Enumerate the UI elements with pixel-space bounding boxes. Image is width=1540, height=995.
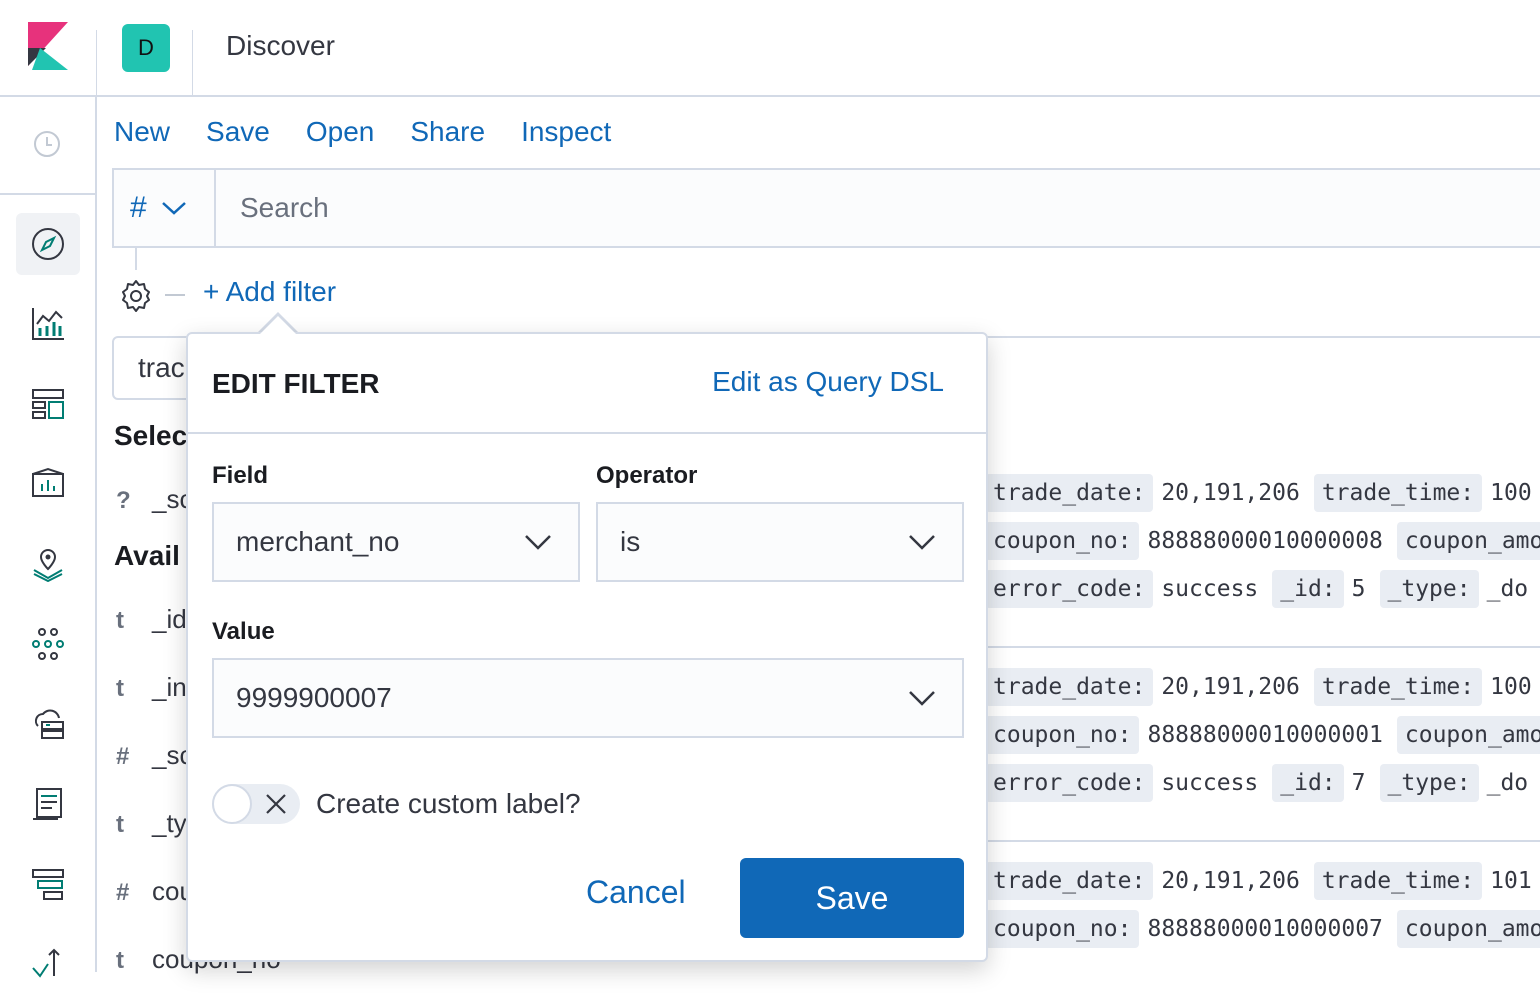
popover-divider <box>188 432 986 434</box>
header-divider <box>96 30 97 97</box>
field-list-item[interactable]: t _id <box>116 604 187 635</box>
infrastructure-icon <box>34 709 64 739</box>
header-divider <box>192 30 193 97</box>
table-divider <box>985 336 1540 338</box>
field-type-icon: t <box>116 811 124 838</box>
visualize-icon <box>32 308 64 340</box>
compass-icon <box>32 228 64 260</box>
field-combobox-value: merchant_no <box>236 526 400 557</box>
document-row[interactable]: trade_date: 20,191,206 trade_time: 100 <box>985 474 1540 518</box>
logs-icon <box>33 788 62 820</box>
document-row: coupon_no: 88888000010000007 coupon_amo <box>985 910 1540 954</box>
document-row[interactable]: trade_date: 20,191,206 trade_time: 101 <box>985 862 1540 906</box>
value-combobox[interactable]: 9999900007 <box>212 658 964 738</box>
field-label: Field <box>212 462 269 489</box>
field-list-item[interactable]: # _sc <box>116 740 192 771</box>
nav-item-dashboard[interactable] <box>16 373 80 435</box>
field-list-item[interactable]: ? _sc <box>116 484 192 515</box>
nav-item-maps[interactable] <box>16 533 80 595</box>
value-combobox-value: 9999900007 <box>236 682 392 713</box>
filter-connector <box>135 248 137 270</box>
field-type-icon: # <box>116 743 130 770</box>
index-pattern-label: trac <box>138 352 185 383</box>
selected-fields-heading: Selec <box>114 420 188 451</box>
document-row[interactable]: trade_date: 20,191,206 trade_time: 100 <box>985 668 1540 712</box>
save-link[interactable]: Save <box>206 116 270 148</box>
apm-icon <box>32 869 64 900</box>
field-list-item[interactable]: t _in <box>116 672 187 703</box>
open-link[interactable]: Open <box>306 116 375 148</box>
nav-item-apm[interactable] <box>16 853 80 915</box>
inspect-link[interactable]: Inspect <box>521 116 611 148</box>
field-name: _ty <box>152 808 187 838</box>
nav-item-uptime[interactable] <box>16 933 80 995</box>
nav-item-discover[interactable] <box>16 213 80 275</box>
field-name: _in <box>152 672 187 702</box>
maps-icon <box>33 548 63 582</box>
chevron-down-icon <box>909 691 935 706</box>
custom-label-toggle[interactable] <box>212 784 300 824</box>
nav-item-logs[interactable] <box>16 773 80 835</box>
document-row: coupon_no: 88888000010000008 coupon_amo <box>985 522 1540 566</box>
share-link[interactable]: Share <box>410 116 485 148</box>
popover-arrow-fill <box>259 316 297 335</box>
side-nav <box>0 97 97 978</box>
operator-label: Operator <box>596 462 698 489</box>
edit-as-query-dsl-link[interactable]: Edit as Query DSL <box>712 366 944 398</box>
document-row: error_code: success _id: 7 _type: _do <box>985 764 1540 808</box>
top-nav-menu: New Save Open Share Inspect <box>114 116 611 148</box>
available-fields-heading: Avail <box>114 540 180 571</box>
table-divider <box>985 840 1540 842</box>
close-icon <box>266 794 286 814</box>
field-type-icon: t <box>116 947 124 974</box>
ml-icon <box>32 628 64 660</box>
chevron-down-icon <box>525 535 551 550</box>
uptime-icon <box>32 948 60 978</box>
table-divider <box>985 646 1540 648</box>
query-language-button[interactable]: # <box>114 170 216 246</box>
dashboard-icon <box>32 389 64 419</box>
field-type-icon: # <box>116 879 130 906</box>
query-bar: # <box>112 168 1540 248</box>
field-type-icon: ? <box>116 487 131 514</box>
chevron-down-icon <box>161 202 186 215</box>
chevron-down-icon <box>909 535 935 550</box>
field-combobox[interactable]: merchant_no <box>212 502 580 582</box>
space-avatar[interactable]: D <box>122 24 170 72</box>
field-type-icon: t <box>116 675 124 702</box>
value-label: Value <box>212 618 275 645</box>
document-row: coupon_no: 88888000010000001 coupon_amo <box>985 716 1540 760</box>
field-name: _id <box>152 604 187 634</box>
edit-filter-popover: EDIT FILTER Edit as Query DSL Field merc… <box>186 332 988 962</box>
search-input[interactable] <box>218 170 1540 246</box>
filter-dash <box>165 294 185 296</box>
kibana-logo-icon[interactable] <box>28 22 68 70</box>
toggle-knob <box>212 784 252 824</box>
app-title: Discover <box>226 30 335 61</box>
nav-item-visualize[interactable] <box>16 293 80 355</box>
canvas-icon <box>32 467 64 497</box>
nav-item-canvas[interactable] <box>16 453 80 515</box>
query-language-symbol: # <box>130 191 147 224</box>
clock-icon[interactable] <box>30 127 64 161</box>
nav-divider <box>0 193 97 195</box>
add-filter-button[interactable]: + Add filter <box>203 276 336 308</box>
nav-item-machine-learning[interactable] <box>16 613 80 675</box>
popover-title: EDIT FILTER <box>212 368 380 399</box>
nav-item-infrastructure[interactable] <box>16 693 80 755</box>
document-row: error_code: success _id: 5 _type: _do <box>985 570 1540 614</box>
save-button[interactable]: Save <box>740 858 964 938</box>
operator-combobox[interactable]: is <box>596 502 964 582</box>
top-header: D Discover <box>0 0 1540 97</box>
operator-combobox-value: is <box>620 526 641 557</box>
custom-label-text[interactable]: Create custom label? <box>316 788 581 820</box>
field-list-item[interactable]: # cou <box>116 876 194 907</box>
new-link[interactable]: New <box>114 116 170 148</box>
field-type-icon: t <box>116 607 124 634</box>
gear-icon[interactable] <box>118 278 154 314</box>
cancel-button[interactable]: Cancel <box>586 874 686 911</box>
field-list-item[interactable]: t _ty <box>116 808 187 839</box>
